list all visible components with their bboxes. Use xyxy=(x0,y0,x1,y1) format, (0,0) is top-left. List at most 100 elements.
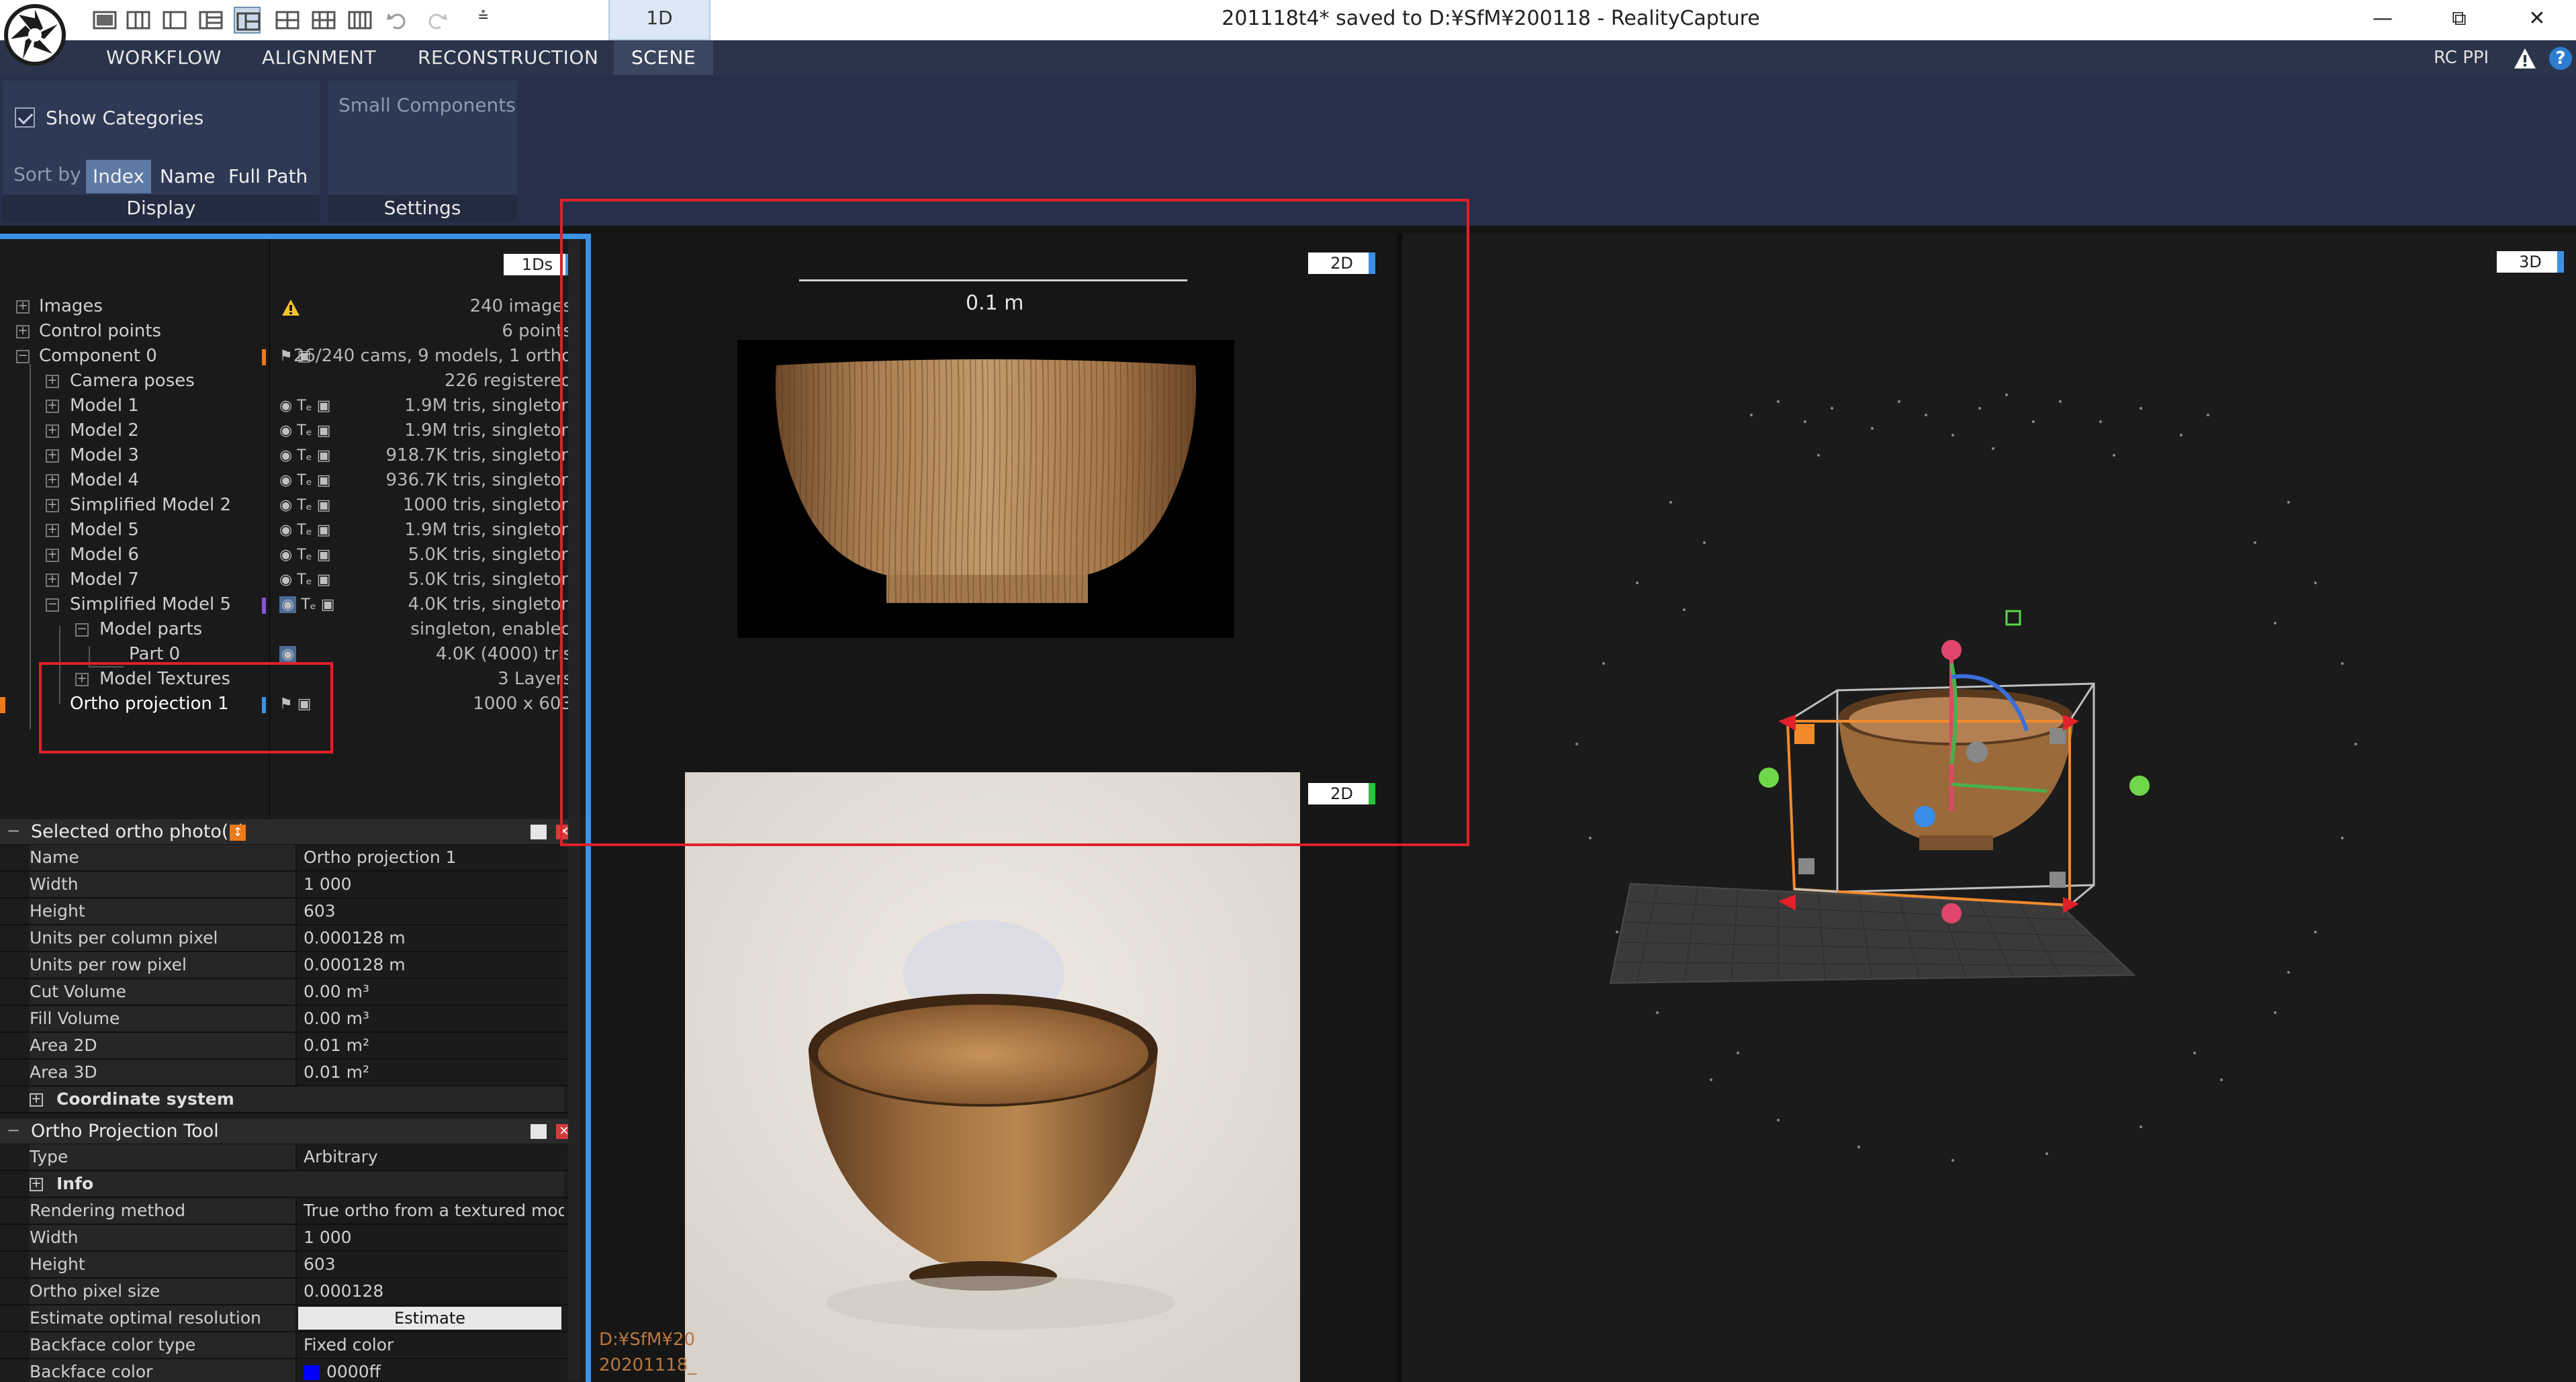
corner-handle[interactable] xyxy=(2050,872,2066,888)
corner-handle[interactable] xyxy=(1794,724,1814,744)
expand-icon[interactable]: + xyxy=(30,1178,43,1191)
view-tag-3d[interactable]: 3D xyxy=(2497,251,2564,273)
prop-row-tool-width[interactable]: Width 1 000 xyxy=(0,1225,579,1252)
tree-row-model-4[interactable]: + Model 4 ◉ Tₑ ▣ 936.7K tris, singleton xyxy=(0,468,586,493)
collapse-icon[interactable]: − xyxy=(75,623,89,637)
redo-icon[interactable] xyxy=(423,7,450,34)
layout-tab-1d[interactable]: 1D xyxy=(608,0,710,40)
minimize-button[interactable]: — xyxy=(2350,0,2415,40)
prop-row-estimate[interactable]: Estimate optimal resolution Estimate xyxy=(0,1305,579,1332)
rendering-method-select[interactable]: True ortho from a textured model xyxy=(295,1198,564,1224)
prop-row-units-row[interactable]: Units per row pixel 0.000128 m xyxy=(0,952,579,979)
prop-row-name[interactable]: Name Ortho projection 1 xyxy=(0,845,579,872)
visibility-icons[interactable]: ◉ Tₑ ▣ xyxy=(279,418,331,443)
view-tag-2d[interactable]: 2D xyxy=(1308,783,1375,804)
gizmo-small-handle[interactable] xyxy=(2005,610,2021,626)
rc-ppi-label[interactable]: RC PPI xyxy=(2434,40,2489,75)
prop-row-backface-color[interactable]: Backface color 0000ff xyxy=(0,1359,579,1382)
expand-icon[interactable]: + xyxy=(46,549,59,562)
selected-ortho-header[interactable]: − Selected ortho photo(s) ↕ ✕ xyxy=(0,819,579,845)
tree-row-model-parts[interactable]: − Model parts singleton, enabled xyxy=(0,617,586,642)
tab-scene[interactable]: SCENE xyxy=(614,40,714,75)
sort-index-button[interactable]: Index xyxy=(86,160,152,193)
visibility-icons[interactable]: ◉ Tₑ ▣ xyxy=(279,394,331,418)
app-logo-icon[interactable] xyxy=(3,1,67,68)
layout-8-icon[interactable] xyxy=(347,7,373,34)
show-categories-checkbox[interactable] xyxy=(15,107,35,128)
tree-row-model-1[interactable]: + Model 1 ◉ Tₑ ▣ 1.9M tris, singleton xyxy=(0,394,586,418)
tree-row-model-5[interactable]: + Model 5 ◉ Tₑ ▣ 1.9M tris, singleton xyxy=(0,518,586,543)
tree-row-model-3[interactable]: + Model 3 ◉ Tₑ ▣ 918.7K tris, singleton xyxy=(0,443,586,468)
collapse-icon[interactable]: − xyxy=(7,823,21,839)
expand-icon[interactable]: + xyxy=(46,524,59,537)
tree-row-camera-poses[interactable]: + Camera poses 226 registered xyxy=(0,369,586,394)
collapse-icon[interactable]: − xyxy=(46,598,59,612)
backface-color-value[interactable]: 0000ff xyxy=(295,1359,564,1382)
gizmo-center[interactable] xyxy=(1966,741,1988,763)
tree-row-images[interactable]: + Images 240 images xyxy=(0,294,586,319)
prop-group-info[interactable]: Info + xyxy=(0,1171,579,1198)
tab-reconstruction[interactable]: RECONSTRUCTION xyxy=(400,40,616,75)
corner-handle[interactable] xyxy=(1798,858,1814,874)
visibility-icons[interactable]: ◉ Tₑ ▣ xyxy=(279,443,331,468)
export-icon[interactable]: ↕ xyxy=(230,825,246,841)
prop-row-width[interactable]: Width 1 000 xyxy=(0,872,579,899)
tab-workflow[interactable]: WORKFLOW xyxy=(89,40,239,75)
expand-icon[interactable]: + xyxy=(46,573,59,587)
layout-1-icon[interactable] xyxy=(91,7,118,34)
prop-row-area-3d[interactable]: Area 3D 0.01 m² xyxy=(0,1060,579,1087)
layout-7-icon[interactable] xyxy=(310,7,337,34)
expand-icon[interactable]: + xyxy=(46,474,59,488)
expand-icon[interactable]: + xyxy=(46,499,59,512)
visibility-icons[interactable]: ◉ Tₑ ▣ xyxy=(279,592,335,617)
collapse-icon[interactable]: − xyxy=(16,350,30,363)
show-categories-label[interactable]: Show Categories xyxy=(46,107,203,129)
visibility-icons[interactable]: ◉ Tₑ ▣ xyxy=(279,543,331,567)
close-button[interactable]: ✕ xyxy=(2505,0,2569,40)
color-swatch[interactable] xyxy=(304,1365,320,1380)
sort-full-path-button[interactable]: Full Path xyxy=(222,160,314,193)
backface-type-select[interactable]: Fixed color xyxy=(295,1332,564,1358)
expand-icon[interactable]: + xyxy=(30,1093,43,1107)
gizmo-handle-top[interactable] xyxy=(1941,640,1962,660)
prop-row-fill-volume[interactable]: Fill Volume 0.00 m³ xyxy=(0,1006,579,1033)
ortho-viewport[interactable]: 2D 0.1 m xyxy=(596,239,1397,764)
small-components-button[interactable]: Small Components xyxy=(338,94,516,116)
help-icon[interactable]: ? xyxy=(2549,47,2572,70)
layout-3-icon[interactable] xyxy=(161,7,188,34)
view-tag-2d[interactable]: 2D xyxy=(1308,252,1375,274)
prop-row-area-2d[interactable]: Area 2D 0.01 m² xyxy=(0,1033,579,1060)
expand-icon[interactable]: + xyxy=(46,375,59,388)
estimate-button[interactable]: Estimate xyxy=(298,1307,561,1330)
view-tag-1ds[interactable]: 1Ds xyxy=(504,254,571,275)
height-input[interactable]: 603 xyxy=(295,1252,564,1277)
prop-row-tool-height[interactable]: Height 603 xyxy=(0,1252,579,1279)
ortho-tool-header[interactable]: − Ortho Projection Tool ✕ xyxy=(0,1119,579,1144)
layout-5-icon[interactable] xyxy=(234,7,261,34)
pin-icon[interactable] xyxy=(531,825,547,839)
image-viewport[interactable]: 2D D:¥SfM¥20 20201118_ xyxy=(596,770,1397,1382)
layout-6-icon[interactable] xyxy=(274,7,301,34)
tree-row-component-0[interactable]: − Component 0 ⚑ ▣ 26/240 cams, 9 models,… xyxy=(0,344,586,369)
prop-row-units-column[interactable]: Units per column pixel 0.000128 m xyxy=(0,925,579,952)
pin-icon[interactable] xyxy=(531,1124,547,1139)
expand-icon[interactable]: + xyxy=(46,424,59,438)
width-input[interactable]: 1 000 xyxy=(295,1225,564,1250)
gizmo-handle-bottom[interactable] xyxy=(1941,903,1962,923)
sort-name-button[interactable]: Name xyxy=(153,160,222,193)
tree-row-model-2[interactable]: + Model 2 ◉ Tₑ ▣ 1.9M tris, singleton xyxy=(0,418,586,443)
tree-row-model-7[interactable]: + Model 7 ◉ Tₑ ▣ 5.0K tris, singleton xyxy=(0,567,586,592)
restore-button[interactable]: ⧉ xyxy=(2427,0,2491,40)
prop-value[interactable]: Ortho projection 1 xyxy=(295,845,564,870)
tree-row-control-points[interactable]: + Control points 6 points xyxy=(0,319,586,344)
gizmo-handle-left[interactable] xyxy=(1759,768,1779,788)
prop-row-cut-volume[interactable]: Cut Volume 0.00 m³ xyxy=(0,979,579,1006)
tree-row-simplified-model-2[interactable]: + Simplified Model 2 ◉ Tₑ ▣ 1000 tris, s… xyxy=(0,493,586,518)
visibility-icons[interactable]: ◉ Tₑ ▣ xyxy=(279,468,331,493)
prop-row-pixel-size[interactable]: Ortho pixel size 0.000128 xyxy=(0,1279,579,1305)
prop-row-rendering-method[interactable]: Rendering method True ortho from a textur… xyxy=(0,1198,579,1225)
collapse-icon[interactable]: − xyxy=(7,1122,21,1139)
prop-row-type[interactable]: Type Arbitrary xyxy=(0,1144,579,1171)
undo-icon[interactable] xyxy=(384,7,411,34)
layout-4-icon[interactable] xyxy=(197,7,224,34)
